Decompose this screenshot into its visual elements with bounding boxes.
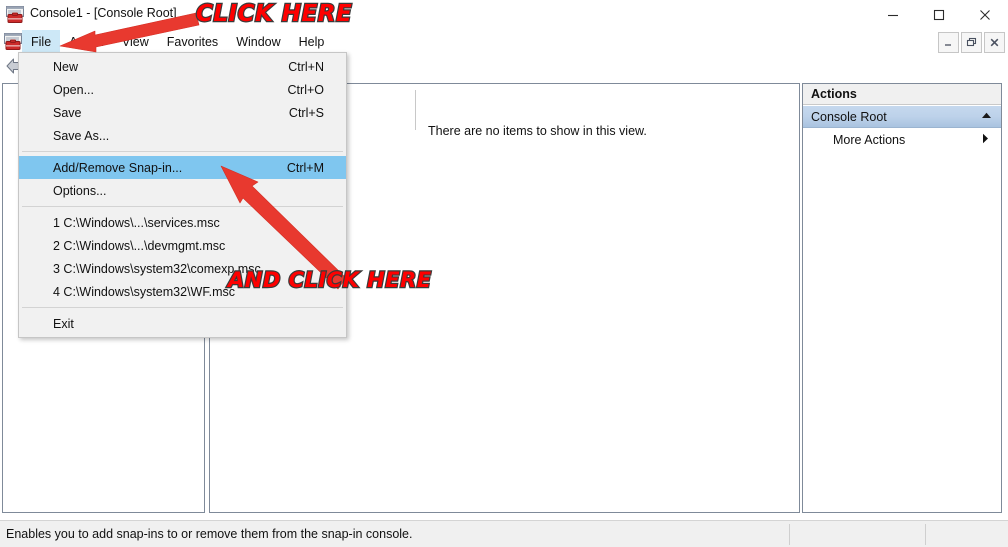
mmc-document-icon [4, 33, 22, 50]
actions-pane-title: Actions [811, 87, 857, 101]
menu-item-save[interactable]: Save Ctrl+S [19, 101, 346, 124]
actions-group-console-root[interactable]: Console Root [803, 106, 1001, 128]
menu-item-exit[interactable]: Exit [19, 312, 346, 335]
menu-file-label: File [31, 34, 52, 49]
menu-view[interactable]: View [113, 30, 158, 53]
menu-item-recent-2[interactable]: 2 C:\Windows\...\devmgmt.msc [19, 234, 346, 257]
menu-item-add-remove-snapin-label: Add/Remove Snap-in... [53, 160, 183, 175]
menu-item-new-label: New [53, 59, 79, 74]
menu-item-recent-1-label: 1 C:\Windows\...\services.msc [53, 215, 220, 230]
window-close-button[interactable] [962, 0, 1008, 30]
menu-view-label: View [121, 34, 149, 49]
menu-separator-3 [22, 307, 343, 308]
menu-window-label: Window [236, 34, 281, 49]
status-bar-divider-2 [925, 524, 926, 545]
actions-item-label: More Actions [833, 132, 906, 147]
actions-pane: Actions Console Root More Actions [802, 83, 1002, 513]
mdi-window-controls [936, 32, 1005, 53]
menu-item-open[interactable]: Open... Ctrl+O [19, 78, 346, 101]
menu-item-save-accel: Ctrl+S [288, 105, 324, 120]
mmc-console-window: Console1 - [Console Root] File Action Vi… [0, 0, 1008, 547]
status-bar-divider-1 [789, 524, 790, 545]
menu-help-label: Help [298, 34, 325, 49]
menu-help[interactable]: Help [290, 30, 334, 53]
menu-item-recent-3[interactable]: 3 C:\Windows\system32\comexp.msc [19, 257, 346, 280]
mdi-close-button[interactable] [984, 32, 1005, 53]
menu-favorites[interactable]: Favorites [158, 30, 227, 53]
empty-view-message: There are no items to show in this view. [428, 124, 647, 138]
menu-item-recent-3-label: 3 C:\Windows\system32\comexp.msc [53, 261, 261, 276]
menu-item-recent-2-label: 2 C:\Windows\...\devmgmt.msc [53, 238, 226, 253]
title-bar: Console1 - [Console Root] [0, 0, 1008, 30]
menu-item-options[interactable]: Options... [19, 179, 346, 202]
menu-separator-1 [22, 151, 343, 152]
status-bar: Enables you to add snap-ins to or remove… [0, 520, 1008, 547]
chevron-right-icon [982, 133, 1001, 146]
menu-item-options-label: Options... [53, 183, 107, 198]
actions-pane-header: Actions [803, 84, 1001, 105]
menu-item-recent-4-label: 4 C:\Windows\system32\WF.msc [53, 284, 235, 299]
actions-group-label: Console Root [811, 109, 887, 124]
window-maximize-button[interactable] [916, 0, 962, 30]
menu-item-recent-4[interactable]: 4 C:\Windows\system32\WF.msc [19, 280, 346, 303]
actions-item-more-actions[interactable]: More Actions [803, 129, 1001, 150]
menu-separator-2 [22, 206, 343, 207]
menu-bar-items: File Action View Favorites Window Help [22, 30, 333, 53]
menu-item-save-as[interactable]: Save As... [19, 124, 346, 147]
menu-action[interactable]: Action [60, 30, 113, 53]
menu-item-exit-label: Exit [53, 316, 74, 331]
minimize-icon [870, 0, 916, 30]
result-column-divider [415, 90, 416, 130]
menu-item-new[interactable]: New Ctrl+N [19, 55, 346, 78]
menu-item-add-remove-snapin[interactable]: Add/Remove Snap-in... Ctrl+M [19, 156, 346, 179]
menu-action-label: Action [69, 34, 104, 49]
close-icon [962, 0, 1008, 30]
menu-file[interactable]: File [22, 30, 61, 53]
chevron-up-icon[interactable] [981, 112, 1001, 121]
menu-item-open-accel: Ctrl+O [287, 82, 324, 97]
menu-item-add-remove-snapin-accel: Ctrl+M [286, 160, 324, 175]
menu-item-new-accel: Ctrl+N [288, 59, 324, 74]
mdi-minimize-button[interactable] [938, 32, 959, 53]
status-bar-message: Enables you to add snap-ins to or remove… [6, 527, 413, 541]
maximize-icon [916, 0, 962, 30]
menu-item-recent-1[interactable]: 1 C:\Windows\...\services.msc [19, 211, 346, 234]
menu-item-save-as-label: Save As... [53, 128, 110, 143]
file-dropdown-menu: New Ctrl+N Open... Ctrl+O Save Ctrl+S Sa… [18, 52, 347, 338]
window-title: Console1 - [Console Root] [30, 6, 177, 20]
window-minimize-button[interactable] [870, 0, 916, 30]
menu-favorites-label: Favorites [166, 34, 219, 49]
menu-item-open-label: Open... [53, 82, 94, 97]
menu-item-save-label: Save [53, 105, 82, 120]
mmc-console-icon [6, 6, 24, 23]
menu-window[interactable]: Window [227, 30, 289, 53]
mdi-restore-button[interactable] [961, 32, 982, 53]
menu-bar: File Action View Favorites Window Help [0, 30, 1008, 54]
